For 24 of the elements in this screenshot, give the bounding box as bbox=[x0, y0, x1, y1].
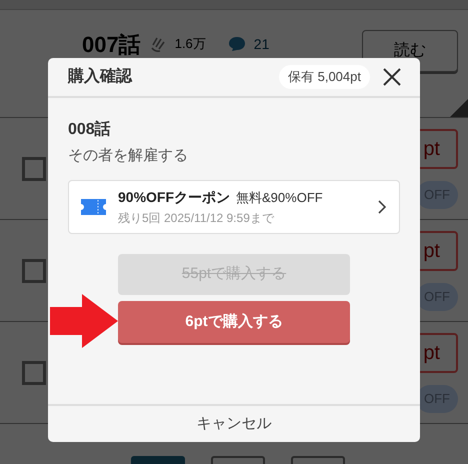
coupon-name: 90%OFFクーポン bbox=[118, 188, 230, 206]
chevron-right-icon bbox=[377, 199, 387, 215]
checkbox[interactable] bbox=[22, 258, 46, 282]
checkbox[interactable] bbox=[22, 360, 46, 384]
cancel-button[interactable]: キャンセル bbox=[196, 412, 272, 436]
arrow-icon bbox=[50, 294, 118, 348]
comment-count: 21 bbox=[254, 34, 270, 54]
episode-title: 007話 bbox=[82, 30, 141, 58]
episode-number: 008話 bbox=[68, 120, 112, 140]
coupon-detail: 残り5回 2025/11/12 9:59まで bbox=[118, 210, 276, 226]
dialog-title: 購入確認 bbox=[68, 66, 132, 87]
coupon-card[interactable]: 90%OFFクーポン 無料&90%OFF 残り5回 2025/11/12 9:59まで bbox=[68, 180, 400, 234]
close-icon bbox=[382, 67, 402, 87]
episode-subtitle: その者を解雇する bbox=[68, 146, 189, 166]
read-button[interactable]: 読む bbox=[362, 30, 458, 72]
purchase-button[interactable]: 6ptで購入する bbox=[118, 301, 350, 343]
clap-count: 1.6万 bbox=[174, 35, 206, 54]
ticket-icon bbox=[81, 199, 106, 215]
checkbox[interactable] bbox=[22, 156, 46, 180]
coupon-benefit: 無料&90%OFF bbox=[236, 188, 323, 206]
comment-icon bbox=[228, 36, 246, 52]
clap-icon bbox=[148, 35, 167, 53]
corner-triangle-icon bbox=[450, 99, 468, 117]
balance-pill: 保有 5,004pt bbox=[279, 65, 370, 89]
